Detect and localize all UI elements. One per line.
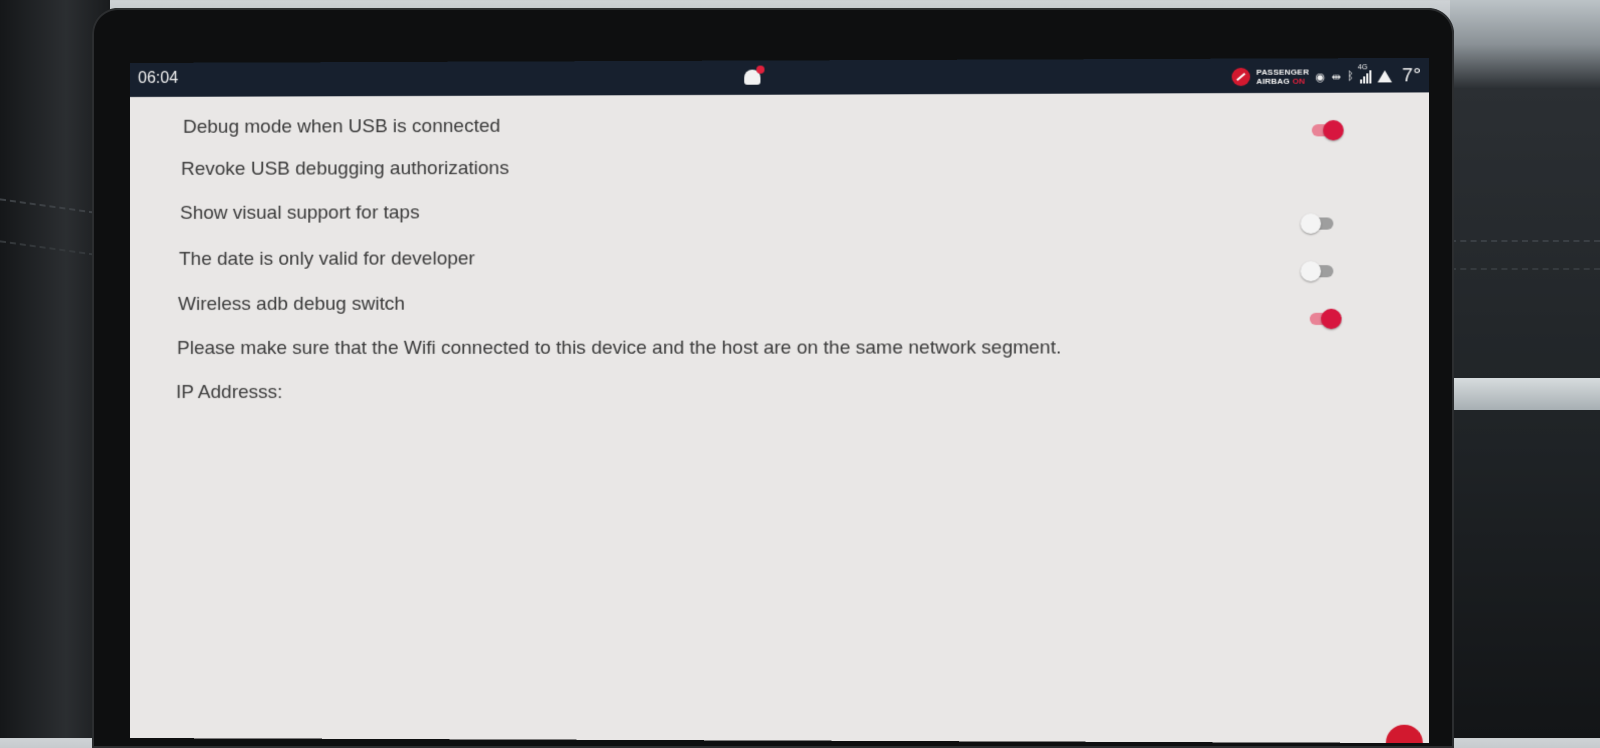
usb-icon: ⇹	[1331, 70, 1341, 84]
setting-date-label: The date is only valid for developer	[179, 248, 475, 270]
setting-taps-label: Show visual support for taps	[180, 202, 420, 224]
airbag-status: PASSENGER AIRBAG ON	[1256, 67, 1310, 86]
status-bar: 06:04 PASSENGER AIRBAG ON ◉ ⇹ ᛒ 4G 7°	[130, 57, 1430, 97]
notification-bell-icon[interactable]	[742, 65, 765, 88]
dashboard-right	[1450, 0, 1600, 738]
visual-taps-toggle[interactable]	[1300, 211, 1337, 235]
warning-icon	[1377, 70, 1392, 83]
status-icons: PASSENGER AIRBAG ON ◉ ⇹ ᛒ 4G 7°	[1231, 64, 1421, 89]
location-icon: ◉	[1315, 70, 1326, 84]
network-segment-note: Please make sure that the Wifi connected…	[177, 337, 1062, 359]
setting-debug-usb-label: Debug mode when USB is connected	[183, 115, 501, 138]
developer-date-toggle[interactable]	[1300, 259, 1337, 283]
setting-wireless-adb-label: Wireless adb debug switch	[178, 293, 405, 315]
clock: 06:04	[137, 69, 179, 87]
temperature: 7°	[1402, 65, 1421, 87]
wireless-adb-toggle[interactable]	[1306, 307, 1343, 331]
revoke-usb-authorizations[interactable]: Revoke USB debugging authorizations	[181, 158, 509, 181]
debug-usb-toggle[interactable]	[1308, 118, 1345, 142]
bluetooth-icon: ᛒ	[1346, 70, 1354, 83]
developer-settings: Debug mode when USB is connected Revoke …	[130, 92, 1429, 743]
airbag-icon	[1231, 67, 1251, 87]
notification-dot	[756, 65, 765, 74]
signal-icon: 4G	[1358, 64, 1372, 84]
ip-address-label: IP Addresss:	[176, 381, 283, 404]
infotainment-screen: 06:04 PASSENGER AIRBAG ON ◉ ⇹ ᛒ 4G 7° De…	[130, 57, 1430, 744]
